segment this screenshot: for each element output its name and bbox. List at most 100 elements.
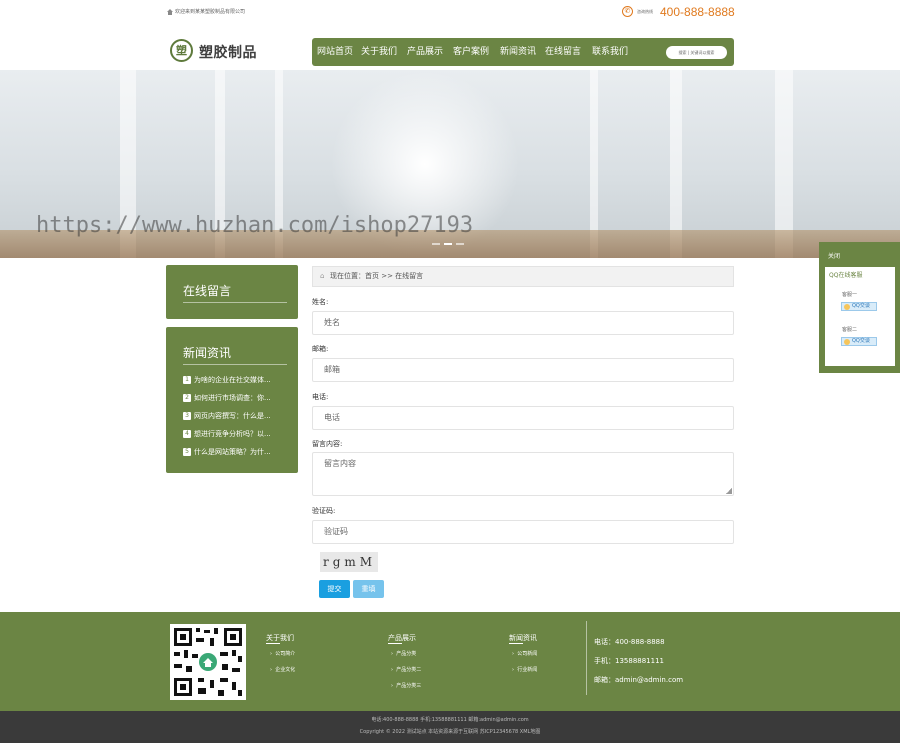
welcome-text: 欢迎来到某某塑胶制品有限公司 (175, 9, 246, 15)
footer-link[interactable]: › 产品分类三 (391, 682, 421, 689)
hero-banner: https://www.huzhan.com/ishop27193 (0, 70, 900, 258)
news-item[interactable]: 5 什么是网站策略？为什... (183, 447, 293, 459)
footer-link-label: 公司新闻 (517, 651, 538, 657)
footer-about-title[interactable]: 关于我们 (266, 633, 294, 643)
divider (183, 302, 287, 303)
sidebar-message-box: 在线留言 (166, 265, 298, 319)
site-logo[interactable]: 塑 塑胶制品 (170, 38, 270, 66)
qq-chat-label: QQ交谈 (852, 303, 870, 309)
footer-separator (586, 621, 587, 695)
resize-handle-icon[interactable] (726, 488, 732, 494)
footer-link-label: 行业新闻 (517, 667, 538, 673)
footer (0, 612, 900, 711)
search-button[interactable]: 搜索 | 关键词以搜索 (666, 46, 727, 59)
reset-button[interactable]: 重填 (353, 580, 384, 598)
content-placeholder: 留言内容 (324, 459, 356, 468)
sidebar-news-box: 新闻资讯 1 为啥的企业在社交媒体... 2 如何进行市场调查：你... 3 网页内容… (166, 327, 298, 473)
logo-name: 塑胶制品 (199, 45, 257, 61)
main-nav: 网站首页 关于我们 产品展示 客户案例 新闻资讯 在线留言 联系我们 搜索 | … (312, 38, 734, 66)
nav-item-cases[interactable]: 客户案例 (453, 38, 489, 66)
news-index: 3 (183, 412, 191, 420)
phone-label: 电话: (312, 393, 329, 401)
qq-panel-title: QQ在线客服 (829, 272, 863, 279)
breadcrumb: ⌂ 现在位置：首页 >> 在线留言 (312, 266, 734, 287)
home-icon[interactable] (167, 8, 173, 15)
news-title: 什么是网站策略？为什... (194, 448, 271, 456)
footer-link[interactable]: › 公司新闻 (512, 650, 537, 657)
qq-avatar-icon (844, 304, 850, 310)
footer-email: 邮箱：admin@admin.com (594, 676, 684, 684)
news-title: 为啥的企业在社交媒体... (194, 376, 271, 384)
email-field[interactable]: 邮箱 (312, 358, 734, 382)
news-index: 2 (183, 394, 191, 402)
nav-item-home[interactable]: 网站首页 (317, 38, 353, 66)
name-label: 姓名: (312, 298, 329, 306)
captcha-label: 验证码: (312, 507, 336, 515)
news-item[interactable]: 3 网页内容撰写：什么是... (183, 411, 293, 423)
qq-avatar-icon (844, 339, 850, 345)
content-textarea[interactable]: 留言内容 (312, 452, 734, 496)
qq-panel-body: QQ在线客服 客服一 QQ交谈 客服二 QQ交谈 (825, 267, 895, 366)
news-title: 如何进行市场调查：你... (194, 394, 271, 402)
submit-button[interactable]: 提交 (319, 580, 350, 598)
footer-link-label: 企业文化 (275, 667, 296, 673)
news-item[interactable]: 2 如何进行市场调查：你... (183, 393, 293, 405)
captcha-image[interactable]: rgmM (320, 552, 378, 572)
nav-item-message[interactable]: 在线留言 (545, 38, 581, 66)
footer-link[interactable]: › 企业文化 (270, 666, 295, 673)
footer-link-label: 公司简介 (275, 651, 296, 657)
footer-mobile: 手机：13588881111 (594, 657, 664, 665)
divider (509, 643, 523, 644)
footer-link-label: 产品分类二 (396, 667, 422, 673)
agent-name: 客服一 (842, 292, 858, 298)
qr-code (170, 624, 246, 700)
nav-item-products[interactable]: 产品展示 (407, 38, 443, 66)
divider (388, 643, 402, 644)
top-bar: 欢迎来到某某塑胶制品有限公司 ✆ 咨询热线 400-888-8888 (0, 0, 900, 24)
phone-field[interactable]: 电话 (312, 406, 734, 430)
breadcrumb-text: 现在位置：首页 >> 在线留言 (330, 272, 424, 280)
footer-link-label: 产品分类三 (396, 683, 422, 689)
nav-item-news[interactable]: 新闻资讯 (500, 38, 536, 66)
nav-item-contact[interactable]: 联系我们 (592, 38, 628, 66)
news-title: 网页内容撰写：什么是... (194, 412, 271, 420)
qq-chat-button[interactable]: QQ交谈 (841, 337, 877, 346)
footer-link-label: 产品分类 (396, 651, 417, 657)
home-icon: ⌂ (320, 272, 325, 280)
agent-name: 客服二 (842, 327, 858, 333)
captcha-field[interactable]: 验证码 (312, 520, 734, 544)
logo-mark: 塑 (170, 39, 193, 62)
hotline-number: 400-888-8888 (660, 5, 735, 19)
news-title: 想进行竞争分析吗？以... (194, 430, 271, 438)
qq-panel-close[interactable]: 关闭 (828, 251, 840, 260)
news-item[interactable]: 1 为啥的企业在社交媒体... (183, 375, 293, 387)
email-label: 邮箱: (312, 345, 329, 353)
footer-link[interactable]: › 行业新闻 (512, 666, 537, 673)
news-index: 4 (183, 430, 191, 438)
sidebar-news-title[interactable]: 新闻资讯 (183, 344, 231, 361)
floating-qq-panel: 关闭 QQ在线客服 客服一 QQ交谈 客服二 QQ交谈 (819, 242, 900, 373)
bottom-contact-line: 电话:400-888-8888 手机:13588881111 邮箱:admin@… (371, 717, 529, 723)
footer-products-title[interactable]: 产品展示 (388, 633, 416, 643)
divider (266, 643, 280, 644)
news-index: 1 (183, 376, 191, 384)
sidebar-message-title[interactable]: 在线留言 (183, 282, 231, 299)
footer-news-title[interactable]: 新闻资讯 (509, 633, 537, 643)
footer-link[interactable]: › 产品分类二 (391, 666, 421, 673)
divider (183, 364, 287, 365)
banner-watermark: https://www.huzhan.com/ishop27193 (36, 213, 474, 238)
nav-item-about[interactable]: 关于我们 (361, 38, 397, 66)
name-field[interactable]: 姓名 (312, 311, 734, 335)
phone-icon: ✆ (622, 6, 633, 17)
qq-chat-label: QQ交谈 (852, 338, 870, 344)
news-index: 5 (183, 448, 191, 456)
news-item[interactable]: 4 想进行竞争分析吗？以... (183, 429, 293, 441)
bottom-bar: 电话:400-888-8888 手机:13588881111 邮箱:admin@… (0, 711, 900, 743)
copyright-line[interactable]: Copyright © 2022 测试站点 本站资源来源于互联网 苏ICP123… (0, 728, 900, 735)
banner-slider-dots[interactable] (432, 242, 468, 246)
footer-phone: 电话：400-888-8888 (594, 638, 665, 646)
hotline-label: 咨询热线 (637, 9, 653, 14)
qq-chat-button[interactable]: QQ交谈 (841, 302, 877, 311)
footer-link[interactable]: › 公司简介 (270, 650, 295, 657)
footer-link[interactable]: › 产品分类 (391, 650, 416, 657)
